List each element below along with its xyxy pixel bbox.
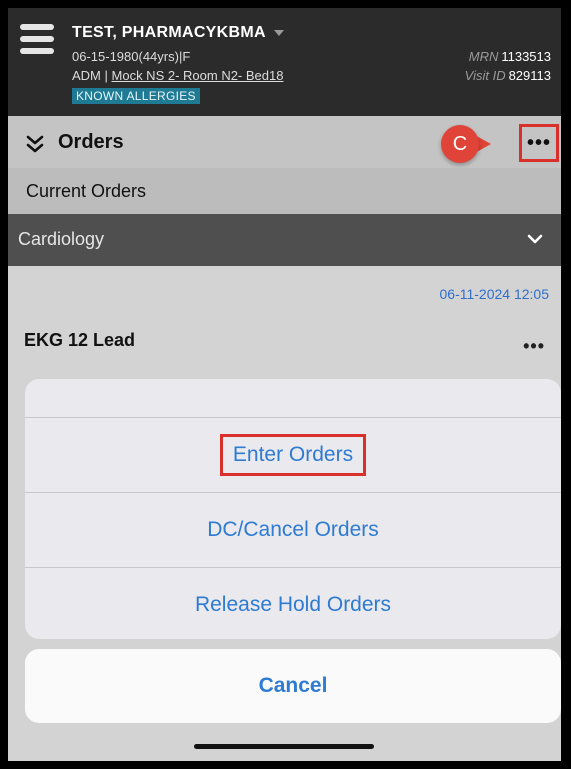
dc-cancel-orders-button[interactable]: DC/Cancel Orders	[25, 493, 561, 568]
enter-orders-label: Enter Orders	[219, 434, 367, 476]
patient-name-text: TEST, PHARMACYKBMA	[72, 24, 266, 41]
callout-letter: C	[441, 125, 479, 163]
action-sheet-header	[25, 379, 561, 418]
enter-orders-button[interactable]: Enter Orders	[25, 418, 561, 493]
action-sheet: Enter Orders DC/Cancel Orders Release Ho…	[25, 379, 561, 639]
order-more-options-icon[interactable]: •••	[523, 336, 545, 357]
admission-prefix: ADM |	[72, 68, 108, 83]
hamburger-menu-icon[interactable]	[20, 24, 54, 58]
release-hold-orders-button[interactable]: Release Hold Orders	[25, 568, 561, 639]
more-options-icon[interactable]: •••	[519, 124, 559, 162]
patient-name[interactable]: TEST, PHARMACYKBMA	[72, 24, 284, 42]
cancel-button[interactable]: Cancel	[25, 649, 561, 723]
release-hold-orders-label: Release Hold Orders	[194, 593, 392, 616]
patient-location-link[interactable]: Mock NS 2- Room N2- Bed18	[112, 68, 284, 83]
known-allergies-badge[interactable]: KNOWN ALLERGIES	[72, 88, 200, 104]
visit-id-field: Visit ID 829113	[465, 68, 551, 83]
current-orders-label: Current Orders	[26, 181, 147, 201]
cardiology-label: Cardiology	[18, 229, 105, 249]
current-orders-header[interactable]: Current Orders	[8, 168, 561, 214]
annotation-callout: C	[441, 125, 493, 163]
patient-dob: 06-15-1980(44yrs)|F	[72, 49, 191, 64]
orders-bar: Orders C •••	[8, 116, 561, 168]
caret-down-icon	[273, 29, 284, 36]
patient-header: TEST, PHARMACYKBMA 06-15-1980(44yrs)|F A…	[8, 8, 561, 116]
visit-id-label: Visit ID	[464, 68, 506, 83]
chevron-down-icon	[527, 234, 543, 244]
orders-title: Orders	[58, 131, 124, 153]
dc-cancel-orders-label: DC/Cancel Orders	[207, 518, 379, 541]
order-name[interactable]: EKG 12 Lead	[24, 330, 135, 351]
double-chevron-icon[interactable]	[26, 134, 44, 154]
mrn-label: MRN	[468, 49, 499, 64]
order-date: 06-11-2024 12:05	[439, 286, 550, 302]
mrn-field: MRN 1133513	[469, 49, 551, 64]
visit-id-value: 829113	[508, 68, 551, 83]
patient-admission: ADM | Mock NS 2- Room N2- Bed18	[72, 68, 283, 83]
cardiology-section-header[interactable]: Cardiology	[8, 214, 561, 266]
phone-screen: TEST, PHARMACYKBMA 06-15-1980(44yrs)|F A…	[8, 8, 561, 761]
mrn-value: 1133513	[501, 49, 551, 64]
home-indicator[interactable]	[194, 744, 374, 749]
